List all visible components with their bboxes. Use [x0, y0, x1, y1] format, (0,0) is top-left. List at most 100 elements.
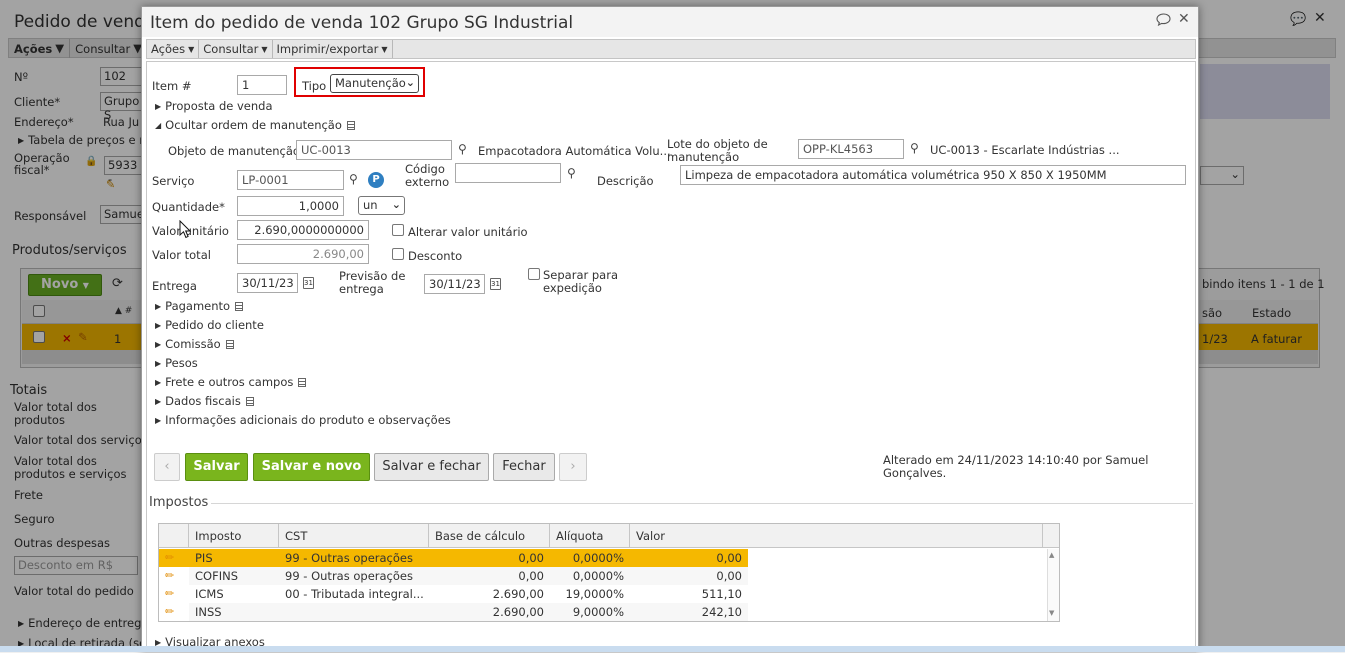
quantidade-field[interactable]: 1,0000 [237, 196, 344, 216]
cell-aliquota: 9,0000% [572, 605, 624, 619]
table-row[interactable]: ✏ ICMS 00 - Tributada integral... 2.690,… [159, 585, 1047, 603]
col-base[interactable]: Base de cálculo [429, 524, 550, 548]
menu-imprimir-exportar[interactable]: Imprimir/exportar ▼ [273, 40, 393, 58]
col-aliquota[interactable]: Alíquota [550, 524, 630, 548]
cell-aliquota: 19,0000% [565, 587, 624, 601]
document-icon [346, 121, 355, 130]
salvar-fechar-button[interactable]: Salvar e fechar [374, 453, 489, 481]
edit-column-header [159, 524, 189, 548]
modal-header: Item do pedido de venda 102 Grupo SG Ind… [142, 7, 1198, 37]
table-row[interactable]: ✏ COFINS 99 - Outras operações 0,00 0,00… [159, 567, 1047, 585]
section-pagamento[interactable]: ▶ Pagamento [155, 299, 244, 313]
menu-acoes[interactable]: Ações ▼ [147, 40, 200, 58]
objeto-description: Empacotadora Automática Volu... [478, 144, 671, 158]
unidade-select[interactable]: un ⌄ [358, 196, 405, 215]
salvar-button[interactable]: Salvar [185, 453, 248, 481]
col-valor[interactable]: Valor [630, 524, 1043, 548]
cell-base: 0,00 [518, 551, 544, 565]
calendar-icon[interactable]: 31 [303, 277, 314, 289]
calendar-icon[interactable]: 31 [490, 278, 501, 290]
bottom-strip [0, 646, 1345, 652]
codigo-externo-field[interactable] [455, 163, 561, 183]
scroll-down-icon[interactable]: ▼ [1049, 609, 1054, 617]
chat-icon[interactable] [1156, 13, 1171, 30]
cell-base: 2.690,00 [492, 605, 544, 619]
cell-imposto: COFINS [195, 569, 238, 583]
section-pedido-cliente[interactable]: ▶ Pedido do cliente [155, 318, 264, 332]
col-imposto[interactable]: Imposto [189, 524, 279, 548]
item-modal: Item do pedido de venda 102 Grupo SG Ind… [141, 6, 1199, 653]
vertical-scrollbar[interactable]: ▲ ▼ [1047, 549, 1059, 621]
table-row[interactable]: ✏ INSS 2.690,00 9,0000% 242,10 [159, 603, 1047, 621]
item-label: Item # [152, 79, 192, 93]
servico-field[interactable]: LP-0001 [237, 170, 344, 190]
modal-title: Item do pedido de venda 102 Grupo SG Ind… [150, 13, 574, 33]
cell-cst: 99 - Outras operações [285, 551, 413, 565]
quantidade-label: Quantidade* [152, 200, 225, 214]
section-comissao[interactable]: ▶ Comissão [155, 337, 234, 351]
cell-valor: 0,00 [716, 569, 742, 583]
item-number-field[interactable]: 1 [237, 75, 287, 95]
lote-description: UC-0013 - Escarlate Indústrias ... [930, 143, 1120, 157]
section-pesos[interactable]: ▶ Pesos [155, 356, 198, 370]
next-button[interactable]: › [559, 453, 587, 481]
cell-cst [279, 603, 429, 621]
scroll-up-icon[interactable]: ▲ [1049, 551, 1054, 559]
search-icon[interactable]: ⚲ [349, 172, 358, 186]
chevron-right-icon: › [570, 459, 576, 474]
expand-icon: ▶ [155, 378, 162, 387]
section-informacoes[interactable]: ▶ Informações adicionais do produto e obs… [155, 413, 451, 427]
fechar-button[interactable]: Fechar [493, 453, 555, 481]
valor-unitario-field[interactable]: 2.690,0000000000 [237, 220, 369, 240]
salvar-novo-button[interactable]: Salvar e novo [253, 453, 370, 481]
alterado-text: Alterado em 24/11/2023 14:10:40 por Samu… [883, 453, 1149, 480]
entrega-date-field[interactable]: 30/11/23 [237, 273, 298, 293]
separar-checkbox[interactable] [528, 268, 540, 280]
search-icon[interactable]: ⚲ [567, 166, 576, 180]
previsao-label: Previsão de entrega [339, 269, 406, 296]
chevron-down-icon: ⌄ [405, 76, 415, 89]
pencil-icon[interactable]: ✏ [165, 605, 175, 618]
chevron-left-icon: ‹ [164, 459, 170, 474]
impostos-table-header: Imposto CST Base de cálculo Alíquota Val… [159, 524, 1059, 548]
cell-aliquota: 0,0000% [572, 569, 624, 583]
info-icon[interactable]: P [368, 172, 384, 188]
search-icon[interactable]: ⚲ [458, 142, 467, 156]
impostos-title: Impostos [149, 495, 209, 510]
cell-valor: 0,00 [716, 551, 742, 565]
section-ocultar-ordem[interactable]: ◢ Ocultar ordem de manutenção [155, 118, 355, 132]
cell-base: 0,00 [518, 569, 544, 583]
section-dados-fiscais[interactable]: ▶ Dados fiscais [155, 394, 254, 408]
pencil-icon[interactable]: ✏ [165, 551, 175, 564]
table-row[interactable]: ✏ PIS 99 - Outras operações 0,00 0,0000%… [159, 549, 1047, 567]
impostos-divider [211, 503, 1193, 504]
search-icon[interactable]: ⚲ [910, 141, 919, 155]
previsao-date-field[interactable]: 30/11/23 [424, 274, 485, 294]
expand-icon: ▶ [155, 416, 162, 425]
objeto-label: Objeto de manutenção [168, 144, 300, 158]
document-icon [245, 397, 254, 406]
pencil-icon[interactable]: ✏ [165, 587, 175, 600]
descricao-field[interactable]: Limpeza de empacotadora automática volum… [680, 165, 1186, 185]
cell-aliquota: 0,0000% [572, 551, 624, 565]
modal-content: Item # 1 Tipo Manutenção ⌄ ▶ Proposta de v… [146, 61, 1196, 653]
previous-button[interactable]: ‹ [154, 453, 180, 481]
col-cst[interactable]: CST [279, 524, 429, 548]
cell-valor: 511,10 [701, 587, 742, 601]
section-frete[interactable]: ▶ Frete e outros campos [155, 375, 307, 389]
alterar-valor-checkbox[interactable] [392, 224, 404, 236]
pencil-icon[interactable]: ✏ [165, 569, 175, 582]
desconto-checkbox[interactable] [392, 248, 404, 260]
expand-icon: ▶ [155, 340, 162, 349]
menu-consultar[interactable]: Consultar ▼ [199, 40, 273, 58]
section-proposta-venda[interactable]: ▶ Proposta de venda [155, 99, 273, 113]
close-icon[interactable]: ✕ [1178, 11, 1190, 27]
objeto-field[interactable]: UC-0013 [296, 140, 452, 160]
impostos-table: Imposto CST Base de cálculo Alíquota Val… [158, 523, 1060, 622]
modal-toolbar: Ações ▼ Consultar ▼ Imprimir/exportar ▼ [146, 39, 1196, 59]
expand-icon: ▶ [155, 359, 162, 368]
lote-field[interactable]: OPP-KL4563 [798, 139, 904, 159]
cursor-icon [179, 219, 192, 243]
tipo-select[interactable]: Manutenção ⌄ [330, 74, 419, 93]
cell-imposto: PIS [195, 551, 213, 565]
